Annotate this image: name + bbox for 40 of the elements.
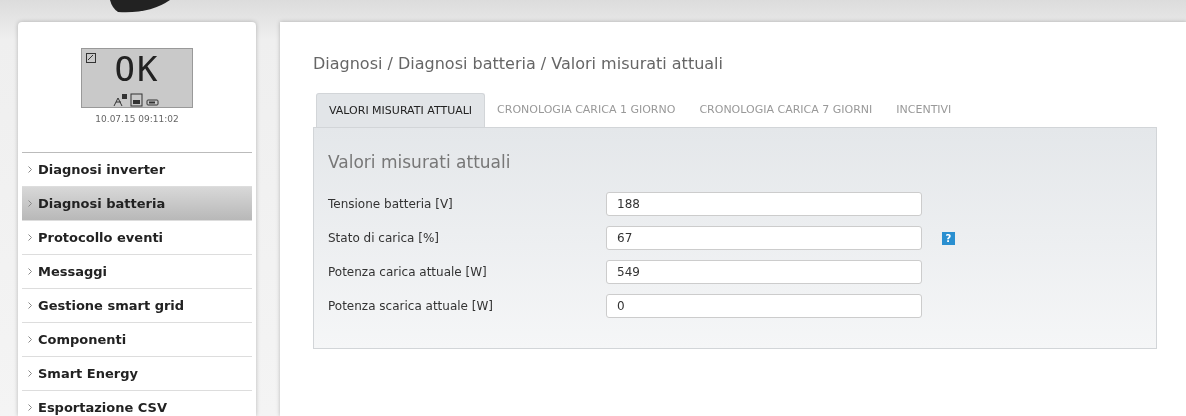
lcd-icons-drawing (112, 93, 162, 107)
sidebar-item[interactable]: Esportazione CSV (22, 391, 252, 416)
sidebar-item-label: Gestione smart grid (38, 298, 185, 313)
tab[interactable]: VALORI MISURATI ATTUALI (316, 93, 486, 127)
chevron-icon (28, 200, 32, 207)
datetime-text: 10.07.15 09:11:02 (95, 114, 179, 124)
chevron-icon (28, 370, 32, 377)
sidebar-item[interactable]: Protocollo eventi (22, 221, 252, 255)
chevron-icon (28, 268, 32, 275)
chevron-icon (28, 166, 32, 173)
input-field[interactable]: 188 (606, 192, 922, 216)
sidebar-item[interactable]: Messaggi (22, 255, 252, 289)
sidebar-item-label: Messaggi (38, 264, 108, 279)
sidebar-item-label: Componenti (38, 332, 127, 347)
help-icon[interactable]: ? (942, 231, 955, 245)
sidebar-item[interactable]: Componenti (22, 323, 252, 357)
field-label: Tensione batteria [V] (328, 197, 454, 211)
logo-fragment-drawing (110, 0, 170, 14)
sidebar-item-label: Smart Energy (38, 366, 138, 381)
input-field[interactable]: 67 (606, 226, 922, 250)
panel-icon (86, 53, 96, 63)
sidebar-item-label: Diagnosi inverter (38, 162, 166, 177)
chevron-icon (28, 336, 32, 343)
input-field[interactable]: 549 (606, 260, 922, 284)
chevron-icon (28, 302, 32, 309)
sidebar-item[interactable]: Diagnosi batteria (22, 187, 252, 221)
field-label: Potenza scarica attuale [W] (328, 299, 495, 313)
chevron-icon (28, 404, 32, 411)
sidebar-item[interactable]: Smart Energy (22, 357, 252, 391)
field-label: Potenza carica attuale [W] (328, 265, 488, 279)
field-label: Stato di carica [%] (328, 231, 441, 245)
sidebar-item-label: Protocollo eventi (38, 230, 164, 245)
chevron-icon (28, 234, 32, 241)
input-field[interactable]: 0 (606, 294, 922, 318)
lcd-status: OK (114, 49, 160, 89)
breadcrumb: Diagnosi / Diagnosi batteria / Valori misurati attuali (313, 54, 724, 73)
sidebar-item-label: Esportazione CSV (38, 400, 167, 415)
sidebar-item-label: Diagnosi batteria (38, 196, 166, 211)
panel-title: Valori misurati attuali (328, 152, 512, 172)
sidebar-item[interactable]: Gestione smart grid (22, 289, 252, 323)
